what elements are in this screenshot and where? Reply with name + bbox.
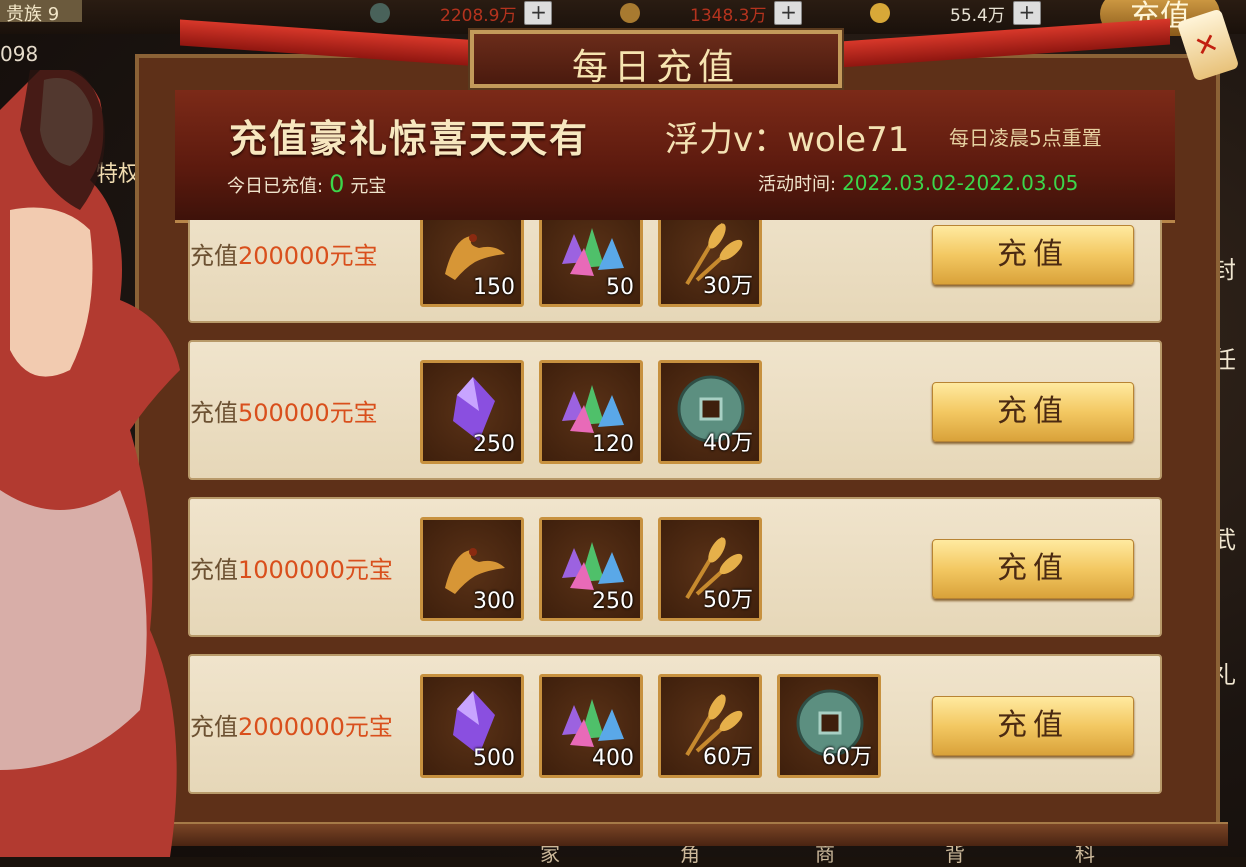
today-value: 0: [329, 170, 345, 198]
reward-quantity: 500: [473, 746, 515, 771]
reward-slot[interactable]: 250: [539, 517, 643, 621]
reward-slot[interactable]: 60万: [658, 674, 762, 778]
period-label: 活动时间:: [758, 174, 837, 195]
tier-amount: 1000000元宝: [238, 555, 393, 584]
reward-slot[interactable]: 60万: [777, 674, 881, 778]
grain-resource: 1348.3万 +: [620, 0, 803, 26]
title-plate: 每日充值: [470, 30, 842, 88]
reward-quantity: 250: [473, 432, 515, 457]
tier-row: 充值 500000元宝 250 120 40万 充值: [188, 340, 1162, 480]
reward-quantity: 30万: [703, 274, 753, 299]
tier-row: 充值 1000000元宝 300 250 50万 充值: [188, 497, 1162, 637]
character-illustration: [0, 70, 180, 857]
tier-prefix: 充值: [190, 712, 238, 741]
event-banner: 充值豪礼惊喜天天有 浮力v：wole71 每日凌晨5点重置 今日已充值: 0 元宝 …: [175, 90, 1175, 223]
reward-quantity: 300: [473, 589, 515, 614]
reward-slot[interactable]: 50万: [658, 517, 762, 621]
reward-slot[interactable]: 400: [539, 674, 643, 778]
tier-prefix: 充值: [190, 555, 238, 584]
tier-label: 充值 200000元宝: [190, 220, 378, 321]
reward-slot[interactable]: 30万: [658, 220, 762, 307]
tier-row: 充值 2000000元宝 500 400 60万 60万 充值: [188, 654, 1162, 794]
reward-slot[interactable]: 300: [420, 517, 524, 621]
reward-slot[interactable]: 250: [420, 360, 524, 464]
close-icon: ✕: [1190, 25, 1223, 65]
reward-quantity: 250: [592, 589, 634, 614]
grain-icon: [620, 3, 640, 23]
tier-label: 充值 2000000元宝: [190, 656, 393, 792]
tier-prefix: 充值: [190, 241, 238, 270]
reward-quantity: 50万: [703, 588, 753, 613]
recharge-button[interactable]: 充值: [932, 696, 1134, 756]
reward-quantity: 120: [592, 432, 634, 457]
tier-prefix: 充值: [190, 398, 238, 427]
event-headline: 充值豪礼惊喜天天有: [229, 116, 590, 161]
tier-label: 充值 500000元宝: [190, 342, 378, 478]
tier-list[interactable]: 充值 200000元宝 150 50 30万 充值 充值 500000元宝 250 …: [180, 220, 1170, 822]
reward-quantity: 40万: [703, 431, 753, 456]
reward-slot[interactable]: 500: [420, 674, 524, 778]
tier-label: 充值 1000000元宝: [190, 499, 393, 635]
today-label: 今日已充值:: [227, 176, 324, 197]
reward-quantity: 60万: [822, 745, 872, 770]
copper-resource: 2208.9万 +: [370, 0, 553, 26]
recharge-button[interactable]: 充值: [932, 225, 1134, 285]
event-period: 活动时间: 2022.03.02-2022.03.05: [758, 170, 1078, 196]
tier-amount: 500000元宝: [238, 398, 378, 427]
today-recharged: 今日已充值: 0 元宝: [227, 170, 386, 198]
reward-quantity: 60万: [703, 745, 753, 770]
period-value: 2022.03.02-2022.03.05: [842, 171, 1079, 195]
recharge-button[interactable]: 充值: [932, 539, 1134, 599]
reward-quantity: 400: [592, 746, 634, 771]
add-gold-button[interactable]: +: [1012, 1, 1041, 25]
reward-slot[interactable]: 120: [539, 360, 643, 464]
gold-ingot-icon: [870, 3, 890, 23]
tier-row: 充值 200000元宝 150 50 30万 充值: [188, 220, 1162, 323]
noble-rank-badge[interactable]: 贵族 9: [0, 0, 82, 25]
promo-text: 浮力v：wole71: [665, 120, 910, 160]
copper-amount: 2208.9万: [440, 5, 517, 26]
panel-title: 每日充值: [571, 47, 740, 88]
reward-quantity: 50: [606, 275, 634, 300]
reward-slot[interactable]: 150: [420, 220, 524, 307]
recharge-button[interactable]: 充值: [932, 382, 1134, 442]
gold-amount: 55.4万: [950, 5, 1005, 26]
reset-note: 每日凌晨5点重置: [949, 126, 1102, 150]
tier-amount: 2000000元宝: [238, 712, 393, 741]
reward-slot[interactable]: 50: [539, 220, 643, 307]
reward-quantity: 150: [473, 275, 515, 300]
copper-coin-icon: [370, 3, 390, 23]
add-grain-button[interactable]: +: [774, 1, 803, 25]
gold-resource: 55.4万 +: [870, 0, 1041, 26]
reward-slot[interactable]: 40万: [658, 360, 762, 464]
grain-amount: 1348.3万: [690, 5, 767, 26]
panel-bottom-edge: [88, 822, 1228, 846]
add-copper-button[interactable]: +: [524, 1, 553, 25]
tier-amount: 200000元宝: [238, 241, 378, 270]
power-value: 098: [0, 42, 39, 66]
today-unit: 元宝: [350, 176, 387, 197]
